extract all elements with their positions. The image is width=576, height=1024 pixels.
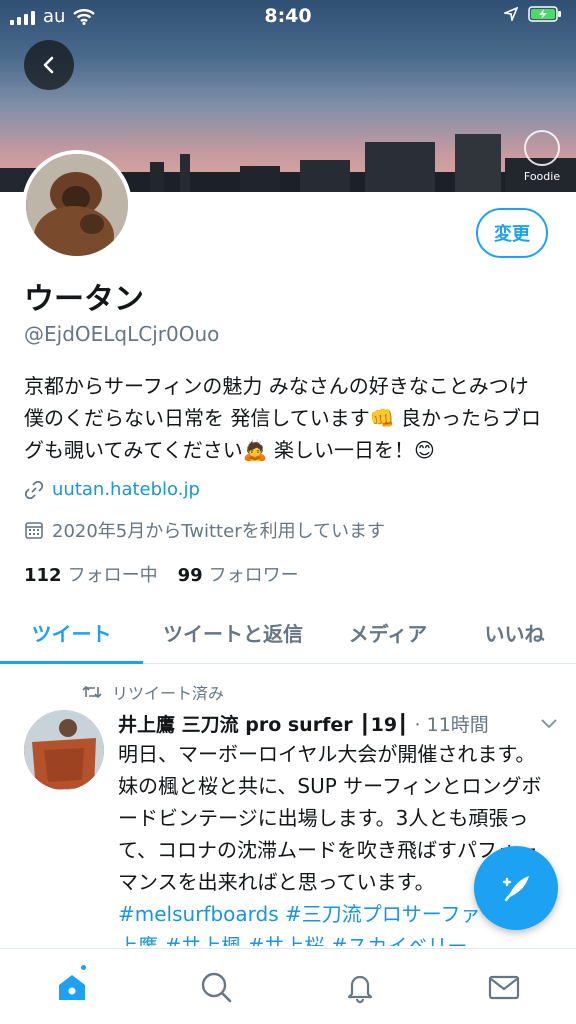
foodie-label: Foodie <box>523 170 561 183</box>
retweeted-label: リツイート済み <box>112 684 225 703</box>
tweet-header: 井上鷹 三刀流 pro surfer ┃19┃ · 11時間 <box>118 710 558 737</box>
back-button[interactable] <box>24 40 74 90</box>
edit-profile-button[interactable]: 変更 <box>476 208 548 258</box>
status-bar: au 8:40 <box>0 0 576 34</box>
nav-messages[interactable] <box>432 949 576 1024</box>
profile-handle: @EjdOELqLCjr0Ouo <box>24 322 220 346</box>
tweet-time: · 11時間 <box>414 714 489 736</box>
chevron-down-icon[interactable] <box>540 718 558 730</box>
profile-link-row[interactable]: uutan.hateblo.jp <box>24 479 200 500</box>
tab-likes[interactable]: いいね <box>453 602 576 663</box>
tweet-avatar-image <box>24 710 104 790</box>
profile-name: ウータン <box>24 282 144 317</box>
link-icon <box>24 480 44 499</box>
profile-avatar[interactable] <box>22 150 132 260</box>
avatar-image <box>26 154 128 256</box>
compose-icon <box>502 876 529 902</box>
nav-home[interactable] <box>0 949 144 1024</box>
follow-counts: 112 フォロー中 99 フォロワー <box>24 561 299 587</box>
home-icon <box>59 974 85 1000</box>
battery-icon <box>528 6 561 22</box>
tab-tweets[interactable]: ツイート <box>0 602 143 664</box>
retweeted-indicator: リツイート済み <box>82 680 224 704</box>
foodie-watermark: Foodie <box>518 130 566 183</box>
tweet-author-name[interactable]: 井上鷹 三刀流 pro surfer ┃19┃ <box>118 710 409 737</box>
tab-tweets-and-replies[interactable]: ツイートと返信 <box>143 602 323 663</box>
followers-label: フォロワー <box>208 565 299 586</box>
joined-text: 2020年5月からTwitterを利用しています <box>52 521 386 542</box>
home-notification-dot <box>79 963 88 972</box>
foodie-logo-icon <box>524 130 560 166</box>
following-count: 112 <box>24 565 62 586</box>
compose-tweet-button[interactable] <box>474 846 558 930</box>
nav-notifications[interactable] <box>288 949 432 1024</box>
followers-link[interactable]: 99 フォロワー <box>178 561 299 587</box>
calendar-icon <box>25 522 43 539</box>
tweet-author-avatar[interactable] <box>24 710 104 790</box>
tab-media[interactable]: メディア <box>323 602 453 663</box>
joined-date-row: 2020年5月からTwitterを利用しています <box>24 517 385 543</box>
search-icon <box>201 972 232 1002</box>
profile-tabs: ツイート ツイートと返信 メディア いいね <box>0 602 576 664</box>
back-arrow-icon <box>43 56 54 74</box>
profile-bio: 京都からサーフィンの魅力 みなさんの好きなことみつけ 僕のくだらない日常を 発信… <box>24 374 542 462</box>
retweet-icon <box>82 685 102 699</box>
profile-link[interactable]: uutan.hateblo.jp <box>52 479 200 500</box>
mail-icon <box>488 975 520 999</box>
nav-search[interactable] <box>144 949 288 1024</box>
followers-count: 99 <box>177 565 203 586</box>
bell-icon <box>347 975 373 1003</box>
following-link[interactable]: 112 フォロー中 <box>24 561 158 587</box>
bottom-navigation <box>0 948 576 1024</box>
clock: 8:40 <box>264 5 312 27</box>
following-label: フォロー中 <box>67 565 158 586</box>
location-icon <box>504 7 518 21</box>
